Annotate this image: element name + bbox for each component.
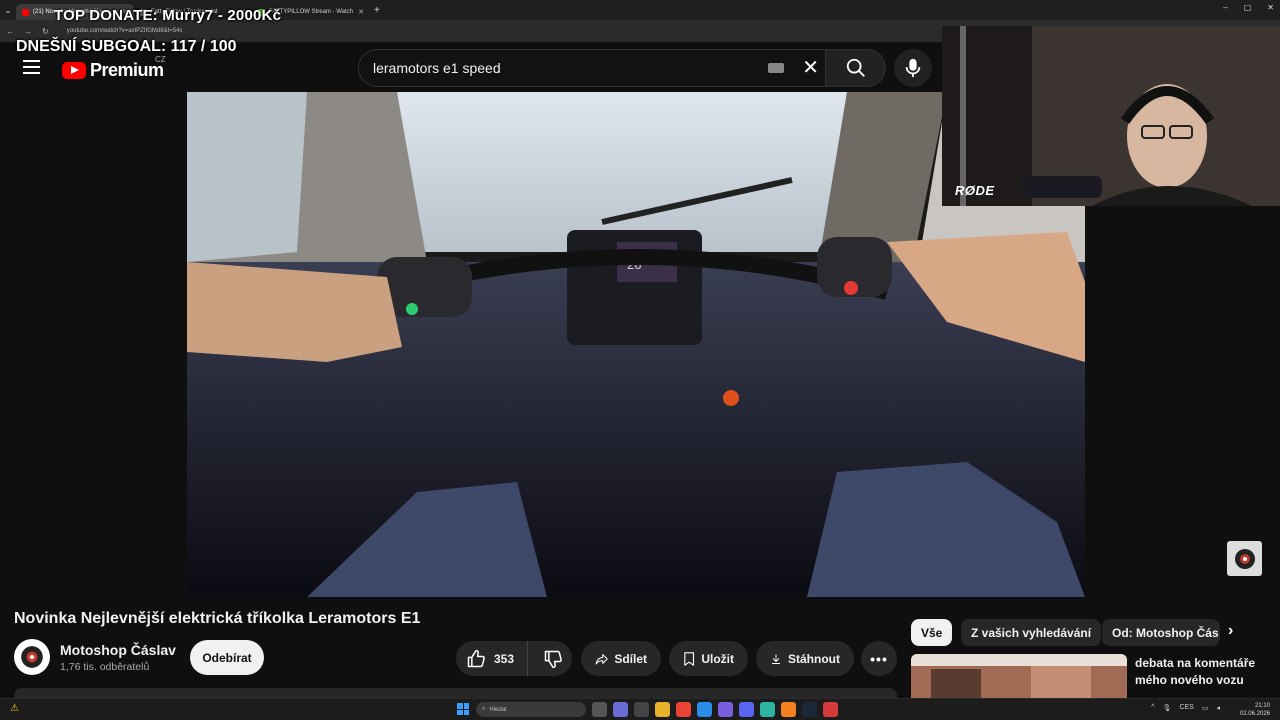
chip-from-channel[interactable]: Od: Motoshop Čás (1102, 619, 1220, 646)
download-label: Stáhnout (788, 651, 840, 666)
url-field[interactable]: youtube.com/watch?v=axtPZIfGMd8&t=54s (67, 28, 183, 34)
subgoal-overlay: DNEŠNÍ SUBGOAL: 117 / 100 (16, 38, 237, 55)
date: 02.06.2026 (1239, 711, 1270, 717)
microphone-icon (905, 58, 921, 78)
thumbnail-image (911, 654, 1127, 704)
voice-search-button[interactable] (894, 49, 932, 87)
dislike-button[interactable] (534, 641, 572, 676)
share-label: Sdílet (614, 651, 647, 666)
chevron-right-icon[interactable]: › (1228, 622, 1233, 640)
chip-from-searches[interactable]: Z vašich vyhledávání (961, 619, 1102, 646)
search-button[interactable] (826, 49, 886, 87)
save-button[interactable]: Uložit (669, 641, 748, 676)
subscriber-count: 1,76 tis. odběratelů (60, 661, 150, 673)
steam-icon[interactable] (802, 702, 817, 717)
microphone-icon[interactable]: 🎙 (1163, 704, 1172, 712)
app-icon[interactable] (718, 702, 733, 717)
recommended-title[interactable]: debata na komentáře mého nového vozu (1135, 655, 1275, 689)
tab-list-icon[interactable]: ⌄ (0, 6, 16, 15)
minimize-icon[interactable]: – (1223, 3, 1227, 12)
windows-taskbar: ⚠ ⌕ Hledat ^ 🎙 CES ▭ ◂ 21:10 02.06.2026 (0, 698, 1280, 720)
more-actions-icon[interactable]: ••• (861, 641, 897, 676)
clear-search-icon[interactable]: ✕ (802, 58, 819, 78)
close-window-icon[interactable]: ✕ (1267, 3, 1274, 12)
search-icon: ⌕ (482, 706, 486, 712)
new-tab-button[interactable]: + (374, 5, 380, 16)
streamer-image (942, 26, 1280, 206)
recommended-thumbnail[interactable] (911, 654, 1127, 704)
rode-logo: RØDE (955, 183, 995, 198)
chrome-icon[interactable] (676, 702, 691, 717)
app-icon[interactable] (823, 702, 838, 717)
discord-icon[interactable] (739, 702, 754, 717)
youtube-play-icon (62, 62, 86, 79)
thumbs-down-icon (544, 650, 562, 668)
forward-icon[interactable]: → (24, 27, 32, 36)
download-button[interactable]: Stáhnout (756, 641, 854, 676)
language-indicator[interactable]: CES (1179, 704, 1193, 712)
search-box[interactable]: leramotors e1 speed ✕ (358, 49, 826, 87)
back-icon[interactable]: ← (6, 27, 14, 36)
chevron-up-icon[interactable]: ^ (1151, 704, 1154, 712)
close-icon[interactable]: ✕ (358, 8, 364, 16)
edge-icon[interactable] (697, 702, 712, 717)
task-view-icon[interactable] (592, 702, 607, 717)
top-donate-overlay: TOP DONATE: Murry7 - 2000Kč (54, 7, 282, 24)
app-icon[interactable] (760, 702, 775, 717)
like-button[interactable]: 353 (456, 641, 528, 676)
app-icon[interactable] (781, 702, 796, 717)
search-input[interactable]: leramotors e1 speed (373, 60, 768, 76)
bookmark-icon (684, 651, 695, 666)
taskbar-search-placeholder: Hledat (489, 706, 507, 713)
subscribe-button[interactable]: Odebírat (190, 640, 264, 675)
youtube-favicon-icon (22, 8, 29, 16)
menu-icon[interactable] (23, 60, 40, 74)
wheel-logo-icon (1234, 548, 1255, 569)
country-code: CZ (155, 55, 166, 64)
search-icon (846, 58, 865, 77)
time: 21:10 (1254, 703, 1270, 709)
share-button[interactable]: Sdílet (581, 641, 661, 676)
wheel-logo-icon (21, 646, 43, 668)
network-icon[interactable]: ▭ (1202, 704, 1209, 712)
app-icon[interactable] (634, 702, 649, 717)
app-icon[interactable] (613, 702, 628, 717)
taskbar-search[interactable]: ⌕ Hledat (476, 702, 586, 717)
channel-name[interactable]: Motoshop Čáslav (60, 642, 176, 658)
like-count: 353 (494, 651, 515, 666)
screen: ⌄ (21) Novinka Nejlevnější e ✕ Fatty Pil… (0, 0, 1280, 720)
youtube-logo[interactable]: Premium (62, 60, 164, 81)
logo-text: Premium (90, 60, 164, 80)
taskbar-apps (592, 702, 838, 717)
maximize-icon[interactable]: ▢ (1244, 3, 1252, 12)
channel-avatar[interactable] (14, 639, 50, 675)
warning-icon[interactable]: ⚠ (10, 703, 19, 714)
share-icon (595, 653, 608, 664)
system-tray: ^ 🎙 CES ▭ ◂ (1151, 704, 1220, 712)
clock[interactable]: 21:10 02.06.2026 (1240, 702, 1270, 718)
chip-all[interactable]: Vše (911, 619, 953, 646)
save-label: Uložit (701, 651, 734, 666)
download-icon (772, 654, 780, 664)
channel-watermark-icon[interactable] (1227, 541, 1262, 576)
tab-title: FATTYPILLOW Stream - Watch (269, 9, 354, 15)
keyboard-icon[interactable] (768, 63, 785, 73)
like-dislike-group: 353 (456, 641, 572, 676)
webcam-feed (942, 26, 1280, 206)
file-explorer-icon[interactable] (655, 702, 670, 717)
video-title: Novinka Nejlevnější elektrická tříkolka … (14, 610, 421, 627)
reload-icon[interactable]: ↻ (42, 27, 49, 36)
volume-icon[interactable]: ◂ (1216, 704, 1220, 712)
windows-start-icon[interactable] (457, 703, 469, 715)
thumbs-up-icon (467, 649, 485, 667)
window-controls: – ▢ ✕ (1223, 3, 1274, 12)
